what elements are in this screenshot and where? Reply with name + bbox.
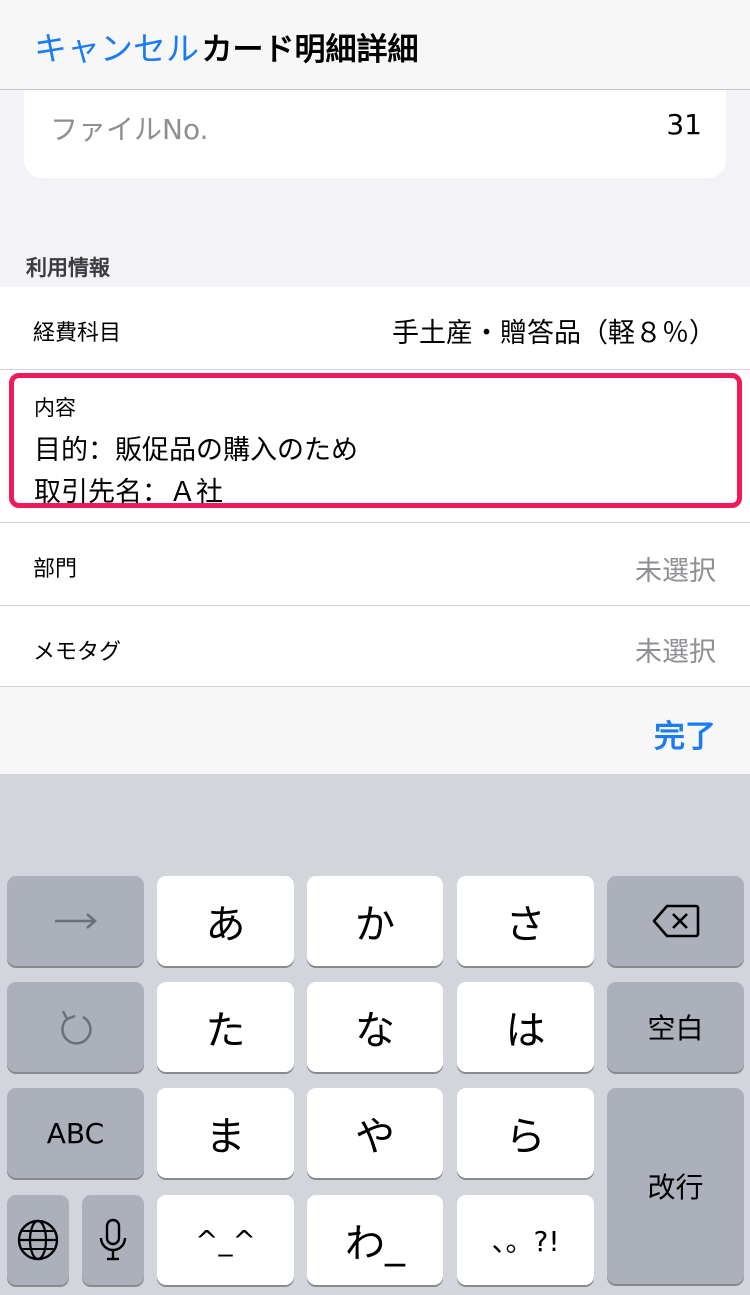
- key-ka[interactable]: か: [307, 876, 443, 966]
- key-ta[interactable]: た: [157, 982, 294, 1072]
- department-row[interactable]: 部門 未選択: [0, 522, 750, 606]
- globe-icon: [17, 1219, 59, 1261]
- key-wa[interactable]: わ_: [307, 1195, 443, 1285]
- delete-key[interactable]: [607, 876, 744, 966]
- content-field[interactable]: 内容 目的：販促品の購入のため 取引先名：Ａ社: [9, 373, 742, 508]
- department-label: 部門: [33, 557, 78, 582]
- arrow-right-icon: [54, 913, 97, 929]
- expense-category-label: 経費科目: [33, 321, 122, 346]
- memo-tag-label: メモタグ: [33, 640, 122, 665]
- department-value: 未選択: [635, 556, 716, 587]
- content-text-line-1[interactable]: 目的：販促品の購入のため: [34, 428, 358, 467]
- key-ra[interactable]: ら: [457, 1088, 594, 1178]
- japanese-keyboard: あ か さ た な は 空白 ABC ま や ら 改行 ^_^ わ_ 、。?!: [0, 774, 750, 1295]
- keyboard-toolbar: 完了: [0, 687, 750, 774]
- content-label: 内容: [34, 396, 76, 420]
- key-ya[interactable]: や: [307, 1088, 443, 1178]
- key-emoticon[interactable]: ^_^: [157, 1195, 294, 1285]
- backspace-icon: [652, 904, 699, 938]
- microphone-icon: [99, 1218, 127, 1261]
- section-header-usage-info: 利用情報: [26, 256, 110, 280]
- memo-tag-value: 未選択: [635, 637, 716, 668]
- expense-category-value: 手土産・贈答品（軽８％）: [392, 318, 716, 349]
- abc-key[interactable]: ABC: [7, 1088, 144, 1178]
- arrow-right-key[interactable]: [7, 876, 144, 966]
- file-number-label: ファイルNo.: [50, 113, 209, 146]
- key-na[interactable]: な: [307, 982, 443, 1072]
- globe-key[interactable]: [7, 1195, 69, 1285]
- expense-category-row[interactable]: 経費科目 手土産・贈答品（軽８％）: [0, 287, 750, 370]
- file-number-value: 31: [666, 108, 702, 141]
- memo-tag-row[interactable]: メモタグ 未選択: [0, 606, 750, 687]
- page-title: カード明細詳細: [201, 32, 419, 68]
- key-punctuation[interactable]: 、。?!: [457, 1195, 594, 1285]
- key-ma[interactable]: ま: [157, 1088, 294, 1178]
- key-ha[interactable]: は: [457, 982, 594, 1072]
- content-text-line-2[interactable]: 取引先名：Ａ社: [34, 470, 223, 509]
- return-key[interactable]: 改行: [607, 1088, 744, 1284]
- microphone-key[interactable]: [82, 1195, 144, 1285]
- space-key[interactable]: 空白: [607, 982, 744, 1072]
- done-button[interactable]: 完了: [654, 711, 716, 756]
- file-number-card: ファイルNo. 31: [24, 90, 726, 178]
- navigation-bar: キャンセル カード明細詳細: [0, 0, 750, 90]
- undo-key[interactable]: [7, 982, 144, 1072]
- usage-info-list: 経費科目 手土産・贈答品（軽８％） 内容 目的：販促品の購入のため 取引先名：Ａ…: [0, 287, 750, 687]
- undo-icon: [60, 1010, 92, 1045]
- key-a[interactable]: あ: [157, 876, 294, 966]
- key-sa[interactable]: さ: [457, 876, 594, 966]
